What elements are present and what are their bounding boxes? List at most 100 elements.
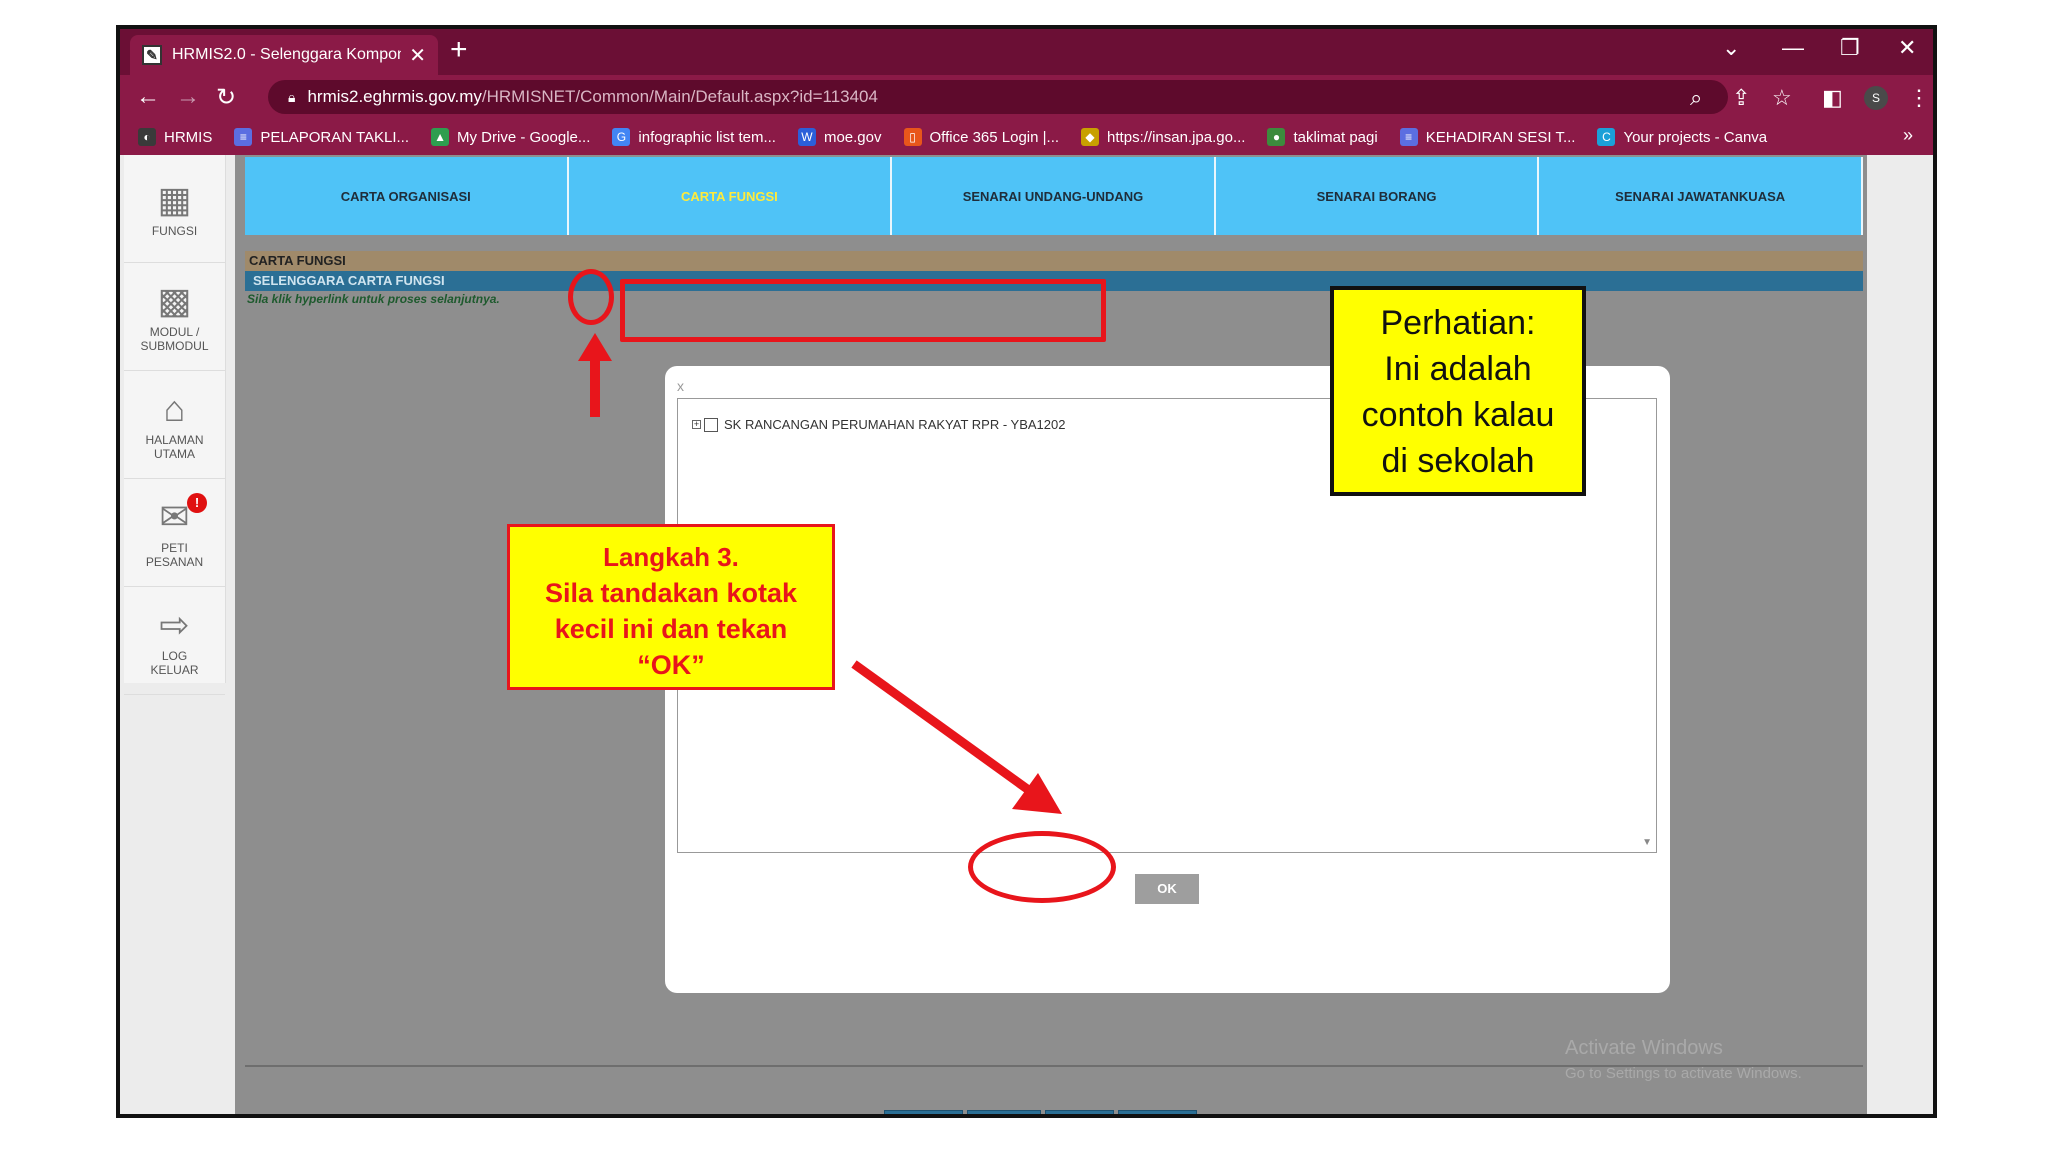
bookmark-item[interactable]: ≡ PELAPORAN TAKLI... — [234, 128, 409, 146]
step3-line4: “OK” — [637, 650, 705, 680]
bookmark-item[interactable]: ● taklimat pagi — [1267, 128, 1378, 146]
restore-icon[interactable]: ❐ — [1840, 35, 1860, 61]
step3-line2: Sila tandakan kotak — [544, 578, 798, 608]
bookmark-favicon-icon: W — [797, 128, 816, 146]
tab-senarai-borang[interactable]: SENARAI BORANG — [1215, 157, 1540, 235]
tab-carta-fungsi[interactable]: CARTA FUNGSI — [568, 157, 893, 235]
scroll-down-icon[interactable]: ▼ — [1642, 837, 1652, 848]
forward-arrow-icon[interactable]: → — [176, 83, 200, 111]
sidebar-item-label: FUNGSI — [151, 223, 198, 238]
back-arrow-icon[interactable]: ← — [136, 83, 160, 111]
tab-senarai-undang-undang[interactable]: SENARAI UNDANG-UNDANG — [892, 157, 1216, 235]
sidebar-item-log-keluar[interactable]: ⇨ LOG KELUAR — [124, 587, 225, 695]
hrmis-favicon-icon: ✎ — [142, 45, 162, 65]
bookmark-label: Office 365 Login |... — [929, 128, 1060, 146]
attention-note: Perhatian: Ini adalah contoh kalau di se… — [1330, 286, 1586, 496]
browser-tab[interactable]: ✎ HRMIS2.0 - Selenggara Kompon ✕ — [130, 35, 438, 75]
tab-title: HRMIS2.0 - Selenggara Kompon — [172, 46, 402, 63]
note-line2: Ini adalah — [1384, 350, 1532, 388]
bookmark-label: infographic list tem... — [638, 128, 776, 146]
step3-line3: kecil ini dan tekan — [554, 614, 788, 644]
bookmark-favicon-icon: ◆ — [1081, 128, 1100, 146]
sidebar-item-label: PETI PESANAN — [145, 540, 204, 569]
minimize-icon[interactable]: — — [1782, 35, 1804, 61]
sidebar-item-peti-pesanan[interactable]: ✉ PETI PESANAN! — [124, 479, 225, 587]
tab-senarai-jawatankuasa[interactable]: SENARAI JAWATANKUASA — [1539, 157, 1863, 235]
modules-icon: ▩ — [157, 279, 192, 321]
checkbox-highlight-circle — [568, 269, 614, 325]
tree-item-highlight-box — [620, 279, 1106, 342]
sidebar-item-fungsi[interactable]: ▦ FUNGSI — [124, 155, 225, 263]
bookmark-star-icon[interactable]: ☆ — [1772, 85, 1792, 111]
left-sidebar: ▦ FUNGSI ▩ MODUL / SUBMODUL ⌂ HALAMAN UTAMA ✉ P… — [124, 155, 226, 695]
share-icon[interactable]: ⇪ — [1732, 85, 1750, 111]
bookmark-label: taklimat pagi — [1293, 128, 1378, 146]
bookmark-label: HRMIS — [164, 128, 213, 146]
lock-icon: 🔒︎ — [288, 88, 296, 105]
note-line3: contoh kalau — [1361, 396, 1555, 434]
ok-button[interactable]: OK — [1135, 874, 1199, 904]
bookmark-label: Your projects - Canva — [1623, 128, 1768, 146]
bookmark-favicon-icon: C — [1597, 128, 1616, 146]
hapus-button[interactable]: HAPUS — [1044, 1110, 1115, 1114]
top-navigation: CARTA ORGANISASI CARTA FUNGSI SENARAI UNDA… — [245, 157, 1863, 235]
bookmark-label: https://insan.jpa.go... — [1107, 128, 1246, 146]
url-path: /HRMISNET/Common/Main/Default.aspx?id=11… — [481, 87, 878, 106]
tab-close-icon[interactable]: ✕ — [409, 43, 426, 68]
mail-icon: ✉ — [159, 495, 190, 537]
bookmark-label: moe.gov — [823, 128, 882, 146]
step3-callout: Langkah 3. Sila tandakan kotak kecil ini… — [507, 524, 835, 690]
modal-close-icon[interactable]: x — [677, 378, 684, 394]
side-panel-icon[interactable]: ◧ — [1822, 85, 1843, 111]
bookmark-item[interactable]: ≡ KEHADIRAN SESI T... — [1399, 128, 1576, 146]
bookmark-item[interactable]: ▯ Office 365 Login |... — [903, 128, 1060, 146]
browser-menu-icon[interactable]: ⋮ — [1908, 85, 1930, 111]
tree-node: + SK RANCANGAN PERUMAHAN RAKYAT RPR - YB… — [692, 417, 1065, 432]
tambah-button[interactable]: TAMBAH — [884, 1110, 964, 1114]
url-field[interactable]: 🔒︎ hrmis2.eghrmis.gov.my/HRMISNET/Common… — [268, 80, 1728, 114]
bookmark-item[interactable]: ◐ HRMIS — [138, 128, 212, 146]
bookmark-label: PELAPORAN TAKLI... — [260, 128, 410, 146]
footer-button-row: TAMBAHSIMPANHAPUSKELUAR — [884, 1110, 1201, 1114]
activate-windows-watermark: Activate Windows Go to Settings to activ… — [1565, 1035, 1802, 1087]
screenshot-frame: ✎ HRMIS2.0 - Selenggara Kompon ✕ + ⌄ — ❐… — [116, 25, 1937, 1118]
tree-node-label[interactable]: SK RANCANGAN PERUMAHAN RAKYAT RPR - YBA1… — [724, 417, 1065, 432]
sidebar-item-label: LOG KELUAR — [150, 648, 199, 677]
bookmark-label: KEHADIRAN SESI T... — [1425, 128, 1576, 146]
url-host: hrmis2.eghrmis.gov.my — [307, 87, 482, 106]
tree-expand-icon[interactable]: + — [692, 420, 701, 429]
tab-search-chevron-icon[interactable]: ⌄ — [1722, 35, 1740, 61]
tab-carta-organisasi[interactable]: CARTA ORGANISASI — [245, 157, 569, 235]
breadcrumb-level1: CARTA FUNGSI — [245, 251, 1863, 271]
bookmark-label: My Drive - Google... — [457, 128, 591, 146]
sidebar-item-modul-submodul[interactable]: ▩ MODUL / SUBMODUL — [124, 263, 225, 371]
note-line4: di sekolah — [1381, 442, 1535, 480]
bookmark-item[interactable]: Ginfographic list tem... — [612, 128, 776, 146]
bookmark-favicon-icon: ▲ — [431, 128, 450, 146]
unread-badge: ! — [187, 493, 207, 513]
tree-node-checkbox[interactable] — [704, 417, 718, 432]
logout-icon: ⇨ — [159, 603, 190, 645]
simpan-button[interactable]: SIMPAN — [967, 1110, 1041, 1114]
bookmark-item[interactable]: C Your projects - Canva — [1597, 128, 1767, 146]
ok-button-highlight-circle — [968, 831, 1116, 903]
bookmark-favicon-icon: ≡ — [1399, 128, 1418, 146]
bookmark-favicon-icon: G — [612, 128, 631, 146]
reload-icon[interactable]: ↻ — [216, 83, 236, 112]
window-close-icon[interactable]: ✕ — [1898, 35, 1916, 61]
bookmark-item[interactable]: Wmoe.gov — [797, 128, 882, 146]
bookmark-item[interactable]: ▲ My Drive - Google... — [431, 128, 590, 146]
bookmarks-bar: ◐ HRMIS ≡ PELAPORAN TAKLI... ▲ My Drive - Goo… — [120, 119, 1933, 155]
watermark-line1: Activate Windows — [1565, 1037, 1723, 1059]
new-tab-button[interactable]: + — [450, 33, 468, 67]
home-icon: ⌂ — [163, 387, 186, 429]
sidebar-item-label: MODUL / SUBMODUL — [140, 324, 209, 353]
bookmark-item[interactable]: ◆ https://insan.jpa.go... — [1081, 128, 1245, 146]
profile-avatar[interactable]: S — [1864, 86, 1888, 110]
keluar-button[interactable]: KELUAR — [1118, 1110, 1197, 1114]
sidebar-item-halaman-utama[interactable]: ⌂ HALAMAN UTAMA — [124, 371, 225, 479]
instruction-hint: Sila klik hyperlink untuk proses selanju… — [247, 292, 500, 306]
step3-line1: Langkah 3. — [603, 542, 739, 572]
zoom-icon[interactable]: ⌕ — [1690, 85, 1702, 111]
bookmarks-overflow-icon[interactable]: » — [1903, 125, 1913, 146]
